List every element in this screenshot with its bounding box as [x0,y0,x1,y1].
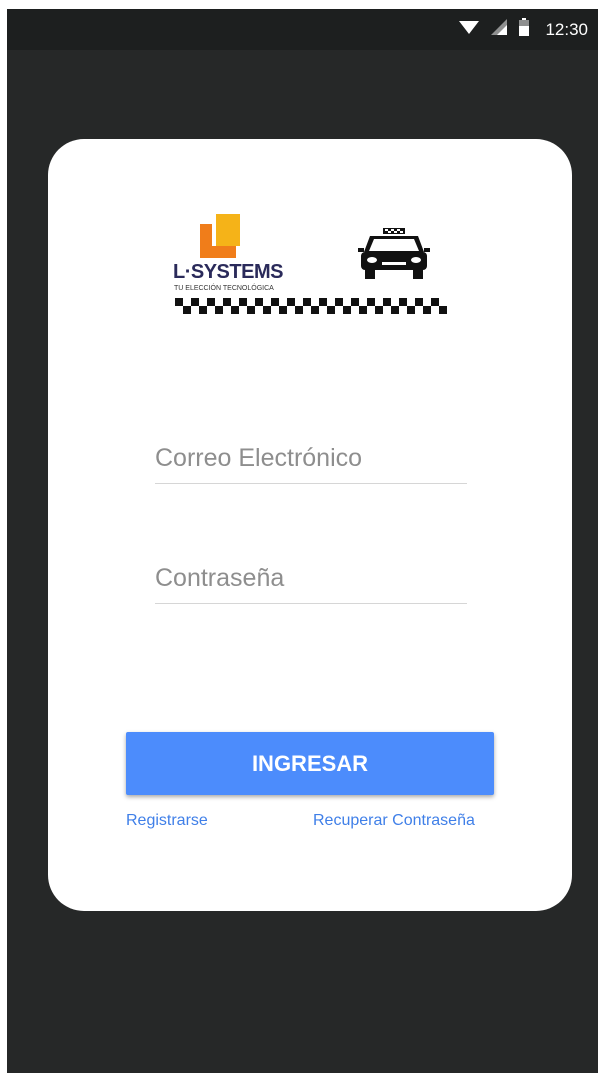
password-field [155,548,467,604]
status-icons: 12:30 [459,9,588,50]
brand-name: L·SYSTEMS [173,261,283,283]
login-button[interactable]: INGRESAR [126,732,494,795]
recover-password-link[interactable]: Recuperar Contraseña [313,812,475,830]
status-time: 12:30 [545,19,588,39]
wifi-icon [459,19,480,40]
login-card: L·SYSTEMS TU ELECCIÓN TECNOLÓGICA Correo… [48,139,572,911]
password-input[interactable] [155,564,467,593]
status-bar: 12:30 [7,9,598,50]
checkered-flag-icon [175,298,447,319]
l-systems-logo-icon [198,214,243,265]
register-link[interactable]: Registrarse [126,812,208,830]
phone-screen: 12:30 L·SYSTEMS TU ELECCIÓN TECNOLÓGICA [7,9,598,1073]
email-input[interactable] [155,444,467,473]
email-field [155,428,467,484]
taxi-icon [356,228,432,285]
brand-tagline: TU ELECCIÓN TECNOLÓGICA [174,285,274,292]
app-logo: L·SYSTEMS TU ELECCIÓN TECNOLÓGICA [173,214,448,314]
signal-icon [491,19,508,40]
battery-icon [519,18,530,41]
